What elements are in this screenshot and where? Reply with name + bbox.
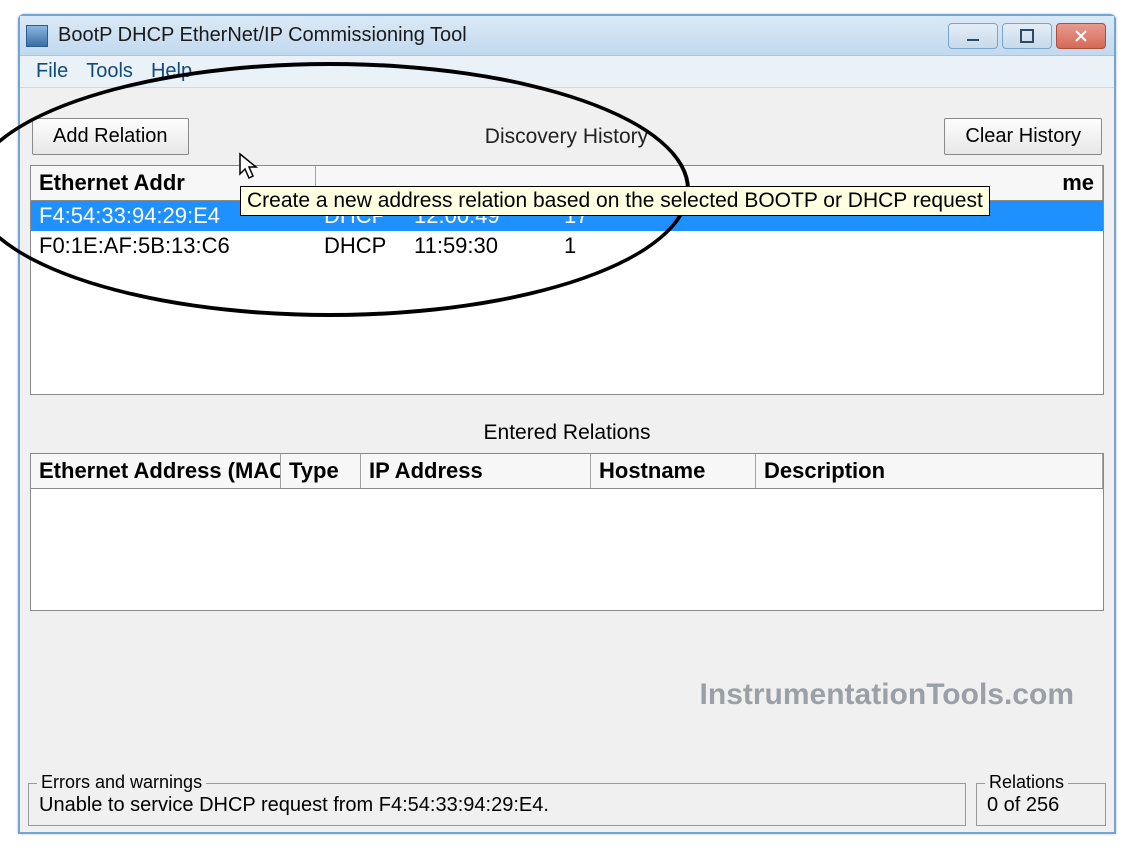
cell-count: 1 (556, 233, 616, 259)
minimize-button[interactable] (948, 23, 998, 49)
col-type[interactable]: Type (281, 454, 361, 488)
minimize-icon (965, 28, 981, 44)
relations-legend: Relations (985, 772, 1068, 793)
clear-history-button[interactable]: Clear History (944, 118, 1102, 155)
close-button[interactable] (1056, 23, 1106, 49)
col-description[interactable]: Description (756, 454, 1103, 488)
menu-file[interactable]: File (36, 60, 68, 83)
menubar: File Tools Help (20, 56, 1114, 88)
window-title: BootP DHCP EtherNet/IP Commissioning Too… (58, 24, 948, 47)
application-window: BootP DHCP EtherNet/IP Commissioning Too… (18, 14, 1116, 834)
watermark-text: InstrumentationTools.com (700, 678, 1074, 712)
col-ip[interactable]: IP Address (361, 454, 591, 488)
cell-mac: F0:1E:AF:5B:13:C6 (31, 233, 316, 259)
entered-relations-list[interactable]: Ethernet Address (MAC) Type IP Address H… (30, 453, 1104, 611)
errors-group: Errors and warnings Unable to service DH… (28, 783, 966, 826)
entered-relations-label: Entered Relations (28, 421, 1106, 445)
relations-count: 0 of 256 (987, 790, 1095, 817)
menu-tools[interactable]: Tools (86, 60, 133, 83)
cell-time: 11:59:30 (406, 233, 556, 259)
maximize-icon (1019, 28, 1035, 44)
app-icon (26, 25, 48, 47)
maximize-button[interactable] (1002, 23, 1052, 49)
cell-type: DHCP (316, 233, 406, 259)
window-controls (948, 23, 1106, 49)
relations-columns: Ethernet Address (MAC) Type IP Address H… (31, 454, 1103, 489)
menu-help[interactable]: Help (151, 60, 192, 83)
status-bar: Errors and warnings Unable to service DH… (28, 783, 1106, 826)
discovery-toolbar: Add Relation Discovery History Clear His… (28, 118, 1106, 165)
col-mac[interactable]: Ethernet Address (MAC) (31, 454, 281, 488)
add-relation-button[interactable]: Add Relation (32, 118, 189, 155)
discovery-history-label: Discovery History (485, 125, 648, 148)
discovery-row[interactable]: F0:1E:AF:5B:13:C6 DHCP 11:59:30 1 (31, 231, 1103, 261)
client-area: Add Relation Discovery History Clear His… (20, 88, 1114, 832)
relations-group: Relations 0 of 256 (976, 783, 1106, 826)
add-relation-tooltip: Create a new address relation based on t… (240, 186, 990, 216)
errors-text: Unable to service DHCP request from F4:5… (39, 790, 955, 817)
close-icon (1073, 28, 1089, 44)
errors-legend: Errors and warnings (37, 772, 206, 793)
col-hostname[interactable]: Hostname (591, 454, 756, 488)
cell-rest (616, 233, 1103, 259)
titlebar: BootP DHCP EtherNet/IP Commissioning Too… (20, 16, 1114, 56)
